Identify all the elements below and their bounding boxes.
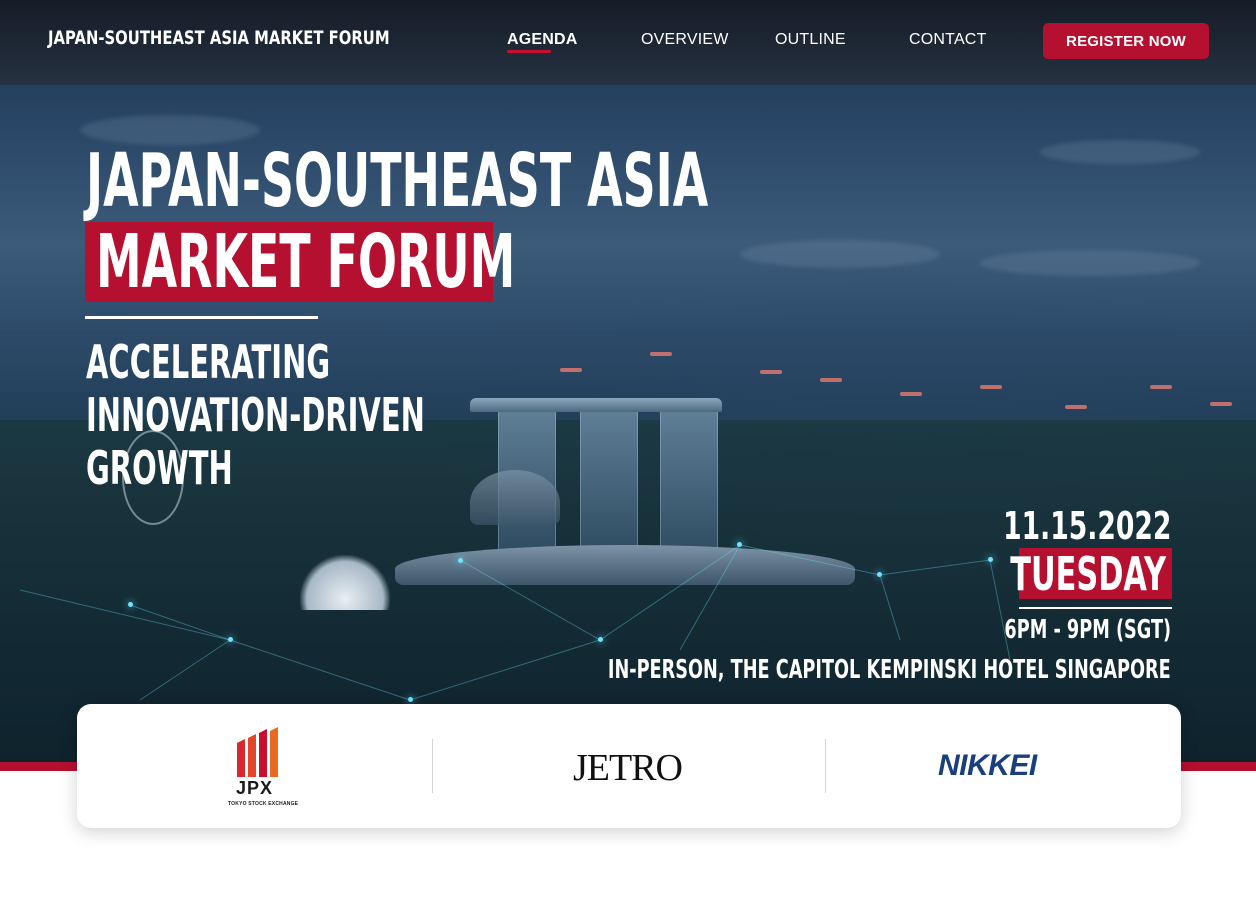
- site-brand[interactable]: JAPAN-SOUTHEAST ASIA MARKET FORUM: [48, 27, 390, 49]
- jpx-logo-icon: [237, 727, 278, 777]
- tagline-line: ACCELERATING: [86, 335, 331, 389]
- hero-divider: [85, 316, 318, 319]
- partner-divider: [825, 739, 826, 793]
- jetro-logo: JETRO: [573, 747, 683, 789]
- jpx-logo-text: JPX: [236, 778, 274, 798]
- hero-title-line1: JAPAN-SOUTHEAST ASIA: [86, 138, 709, 224]
- active-nav-indicator: [507, 50, 551, 53]
- nikkei-logo: NIKKEI: [938, 749, 1037, 782]
- hero-title-line2: MARKET FORUM: [96, 219, 516, 305]
- top-navbar: JAPAN-SOUTHEAST ASIA MARKET FORUM AGENDA…: [0, 0, 1256, 85]
- nav-link-outline[interactable]: OUTLINE: [775, 31, 846, 49]
- event-day: TUESDAY: [1010, 547, 1166, 601]
- partners-card: JPX TOKYO STOCK EXCHANGE JETRO NIKKEI: [77, 704, 1181, 828]
- nav-link-overview[interactable]: OVERVIEW: [641, 31, 729, 49]
- event-date: 11.15.2022: [1002, 504, 1171, 548]
- hero-banner: JAPAN-SOUTHEAST ASIA MARKET FORUM ACCELE…: [0, 0, 1256, 762]
- tagline-line: GROWTH: [86, 441, 233, 495]
- hero-tagline: ACCELERATING INNOVATION-DRIVEN GROWTH: [86, 336, 624, 495]
- event-time: 6PM - 9PM (SGT): [1004, 615, 1171, 645]
- nav-link-contact[interactable]: CONTACT: [909, 31, 987, 49]
- event-venue: IN-PERSON, THE CAPITOL KEMPINSKI HOTEL S…: [608, 655, 1171, 685]
- register-now-button[interactable]: REGISTER NOW: [1043, 23, 1209, 59]
- tagline-line: INNOVATION-DRIVEN: [86, 388, 425, 442]
- nav-link-agenda[interactable]: AGENDA: [507, 31, 578, 49]
- jpx-logo-subtitle: TOKYO STOCK EXCHANGE: [228, 801, 299, 807]
- partner-divider: [432, 739, 433, 793]
- date-divider: [1019, 607, 1172, 609]
